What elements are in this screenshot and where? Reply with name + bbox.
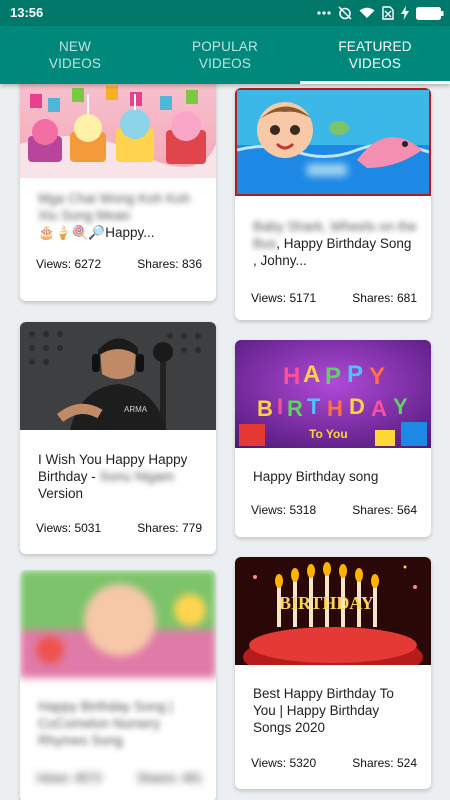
video-card[interactable]: HA PP Y BI RT HD AY To You Happy Birthda… <box>235 340 431 537</box>
video-stats: Views: 5031 Shares: 779 <box>36 521 202 535</box>
svg-text:P: P <box>347 361 363 388</box>
svg-text:P: P <box>325 363 341 390</box>
svg-text:T: T <box>307 394 321 419</box>
video-card[interactable]: Mga Chai Wong Koh Koh Xiu Song Mean 🎂🍦🍭🔎… <box>20 84 216 301</box>
no-sim-icon <box>382 6 394 20</box>
video-stats: Views: 4573 Shares: 491 <box>36 771 202 785</box>
video-stats: Views: 5320 Shares: 524 <box>251 756 417 770</box>
video-card[interactable]: ARMA I Wish You Happy Happy Birthday - S… <box>20 322 216 554</box>
video-title[interactable]: Best Happy Birthday To You | Happy Birth… <box>253 685 417 737</box>
video-title[interactable]: Happy Birthday song <box>253 468 417 488</box>
alarm-off-icon <box>338 6 352 20</box>
video-thumbnail[interactable] <box>235 88 431 196</box>
svg-text:B: B <box>257 396 273 421</box>
video-feed[interactable]: Mga Chai Wong Koh Koh Xiu Song Mean 🎂🍦🍭🔎… <box>0 84 450 800</box>
svg-text:To You: To You <box>309 427 348 441</box>
views-count: Views: 4573 <box>36 771 102 785</box>
tab-label: FEATURED VIDEOS <box>338 39 412 71</box>
status-time: 13:56 <box>10 5 44 20</box>
tab-label: NEW VIDEOS <box>48 39 102 71</box>
shares-count: Shares: 524 <box>352 756 417 770</box>
views-count: Views: 6272 <box>36 257 102 271</box>
video-thumbnail[interactable]: BIRTHDAY <box>235 557 431 665</box>
tab-indicator <box>300 81 450 84</box>
svg-text:Y: Y <box>393 394 408 419</box>
status-icons <box>317 5 444 21</box>
battery-icon <box>416 6 444 20</box>
shares-count: Shares: 779 <box>137 521 202 535</box>
wifi-icon <box>359 7 375 19</box>
video-thumbnail[interactable]: ARMA <box>20 322 216 430</box>
video-title[interactable]: Happy Birthday Song | CoComelon Nursery … <box>38 698 202 750</box>
tab-new-videos[interactable]: NEW VIDEOS <box>0 26 150 84</box>
svg-text:H: H <box>327 396 343 421</box>
tab-bar: NEW VIDEOS POPULAR VIDEOS FEATURED VIDEO… <box>0 26 450 84</box>
video-title[interactable]: Mga Chai Wong Koh Koh Xiu Song Mean 🎂🍦🍭🔎… <box>38 190 202 242</box>
svg-text:BIRTHDAY: BIRTHDAY <box>279 593 374 613</box>
views-count: Views: 5320 <box>251 756 317 770</box>
shares-count: Shares: 681 <box>352 291 417 305</box>
video-stats: Views: 5318 Shares: 564 <box>251 503 417 517</box>
video-thumbnail[interactable] <box>20 570 216 678</box>
svg-text:ARMA: ARMA <box>124 405 148 414</box>
svg-text:A: A <box>303 361 320 388</box>
charging-icon <box>401 6 409 20</box>
svg-text:I: I <box>277 394 283 419</box>
tab-label: POPULAR VIDEOS <box>192 39 258 71</box>
svg-text:R: R <box>287 396 303 421</box>
views-count: Views: 5031 <box>36 521 102 535</box>
views-count: Views: 5318 <box>251 503 317 517</box>
views-count: Views: 5171 <box>251 291 317 305</box>
tab-featured-videos[interactable]: FEATURED VIDEOS <box>300 26 450 84</box>
shares-count: Shares: 836 <box>137 257 202 271</box>
video-thumbnail[interactable]: HA PP Y BI RT HD AY To You <box>235 340 431 448</box>
video-stats: Views: 5171 Shares: 681 <box>251 291 417 305</box>
video-card[interactable]: Baby Shark, Wheels on the Bus, Happy Bir… <box>235 88 431 320</box>
more-dots-icon <box>317 10 331 16</box>
status-bar: 13:56 <box>0 0 450 26</box>
video-thumbnail[interactable] <box>20 84 216 178</box>
shares-count: Shares: 491 <box>137 771 202 785</box>
svg-text:H: H <box>283 363 300 390</box>
tab-popular-videos[interactable]: POPULAR VIDEOS <box>150 26 300 84</box>
video-title[interactable]: Baby Shark, Wheels on the Bus, Happy Bir… <box>253 218 417 270</box>
svg-text:Y: Y <box>369 363 385 390</box>
video-stats: Views: 6272 Shares: 836 <box>36 257 202 271</box>
shares-count: Shares: 564 <box>352 503 417 517</box>
video-card[interactable]: Happy Birthday Song | CoComelon Nursery … <box>20 570 216 800</box>
svg-text:A: A <box>371 396 387 421</box>
video-title[interactable]: I Wish You Happy Happy Birthday - Sonu N… <box>38 451 202 503</box>
video-card[interactable]: BIRTHDAY Best Happy Birthday To You | Ha… <box>235 557 431 789</box>
svg-text:D: D <box>349 394 365 419</box>
